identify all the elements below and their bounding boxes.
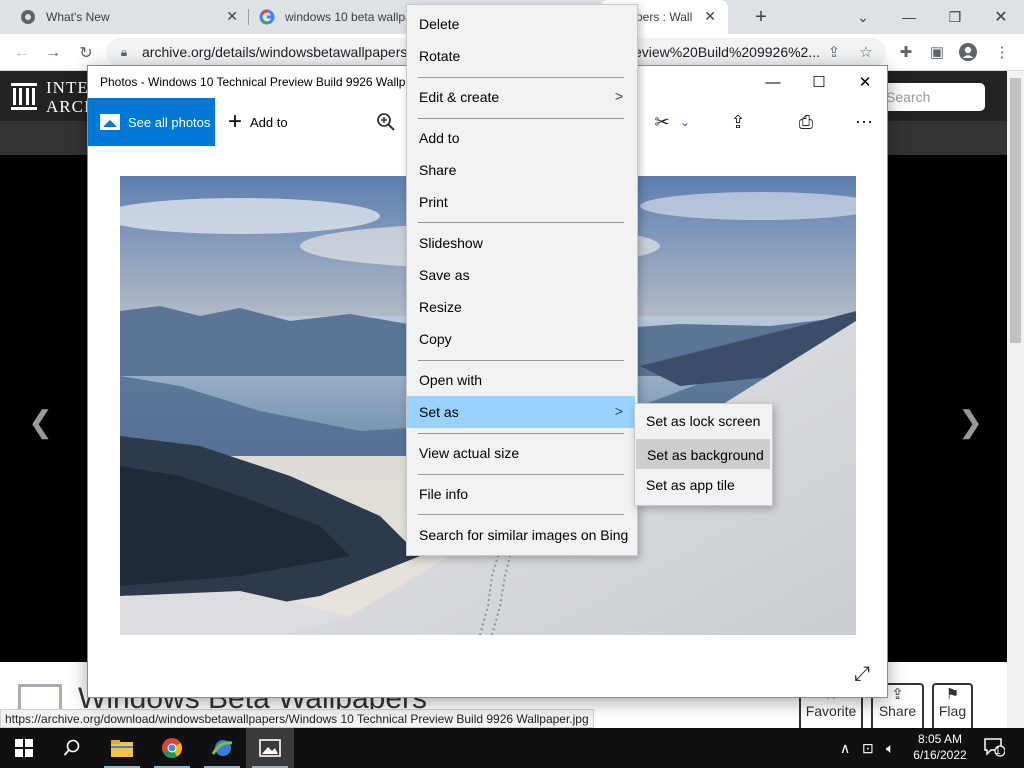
menu-item-search-bing[interactable]: Search for similar images on Bing bbox=[407, 519, 635, 551]
see-all-photos-button[interactable]: See all photos bbox=[88, 98, 215, 146]
chevron-right-icon: > bbox=[614, 403, 623, 419]
add-to-button[interactable]: + Add to bbox=[228, 98, 288, 146]
notification-count-badge: 1 bbox=[995, 746, 1001, 757]
tab-title: What's New bbox=[46, 10, 110, 24]
menu-divider bbox=[418, 118, 624, 119]
menu-item-resize[interactable]: Resize bbox=[407, 291, 635, 323]
next-arrow-icon[interactable]: ❯ bbox=[958, 405, 983, 440]
menu-divider bbox=[418, 77, 624, 78]
flag-icon: ⚑ bbox=[945, 686, 960, 703]
photos-app-icon[interactable] bbox=[246, 728, 294, 768]
edit-create-icon[interactable]: ✂ bbox=[650, 110, 674, 134]
plus-icon: + bbox=[228, 108, 243, 135]
menu-divider bbox=[418, 360, 624, 361]
menu-item-open-with[interactable]: Open with bbox=[407, 364, 635, 396]
status-bar-url: https://archive.org/download/windowsbeta… bbox=[0, 709, 594, 728]
submenu-item-app-tile[interactable]: Set as app tile bbox=[635, 469, 770, 499]
search-icon[interactable] bbox=[48, 728, 96, 768]
ia-search-input[interactable]: Search bbox=[880, 83, 985, 111]
menu-dots-icon[interactable]: ⋮ bbox=[992, 42, 1012, 62]
network-app-icon[interactable] bbox=[198, 728, 246, 768]
menu-item-slideshow[interactable]: Slideshow bbox=[407, 227, 635, 259]
chrome-icon[interactable] bbox=[148, 728, 196, 768]
menu-item-add-to[interactable]: Add to bbox=[407, 122, 635, 154]
menu-item-print[interactable]: Print bbox=[407, 186, 635, 218]
url-text-tail: eview%20Build%209926%2... bbox=[634, 44, 821, 60]
menu-divider bbox=[418, 514, 624, 515]
minimize-button[interactable]: — bbox=[886, 0, 932, 34]
photos-icon bbox=[100, 114, 120, 130]
url-text: archive.org/details/windowsbetawallpaper… bbox=[142, 44, 408, 60]
zoom-icon[interactable] bbox=[374, 110, 398, 134]
restore-button[interactable]: ❐ bbox=[932, 0, 978, 34]
close-icon[interactable]: ✕ bbox=[704, 8, 716, 25]
back-button[interactable]: ← bbox=[11, 42, 33, 64]
chevron-down-icon[interactable]: ⌄ bbox=[673, 110, 697, 134]
volume-icon[interactable]: 🔈︎ bbox=[886, 740, 894, 757]
sidepanel-icon[interactable]: ▣ bbox=[927, 42, 947, 62]
menu-item-edit-create[interactable]: Edit & create > bbox=[407, 81, 635, 113]
extensions-icon[interactable]: ✚ bbox=[896, 42, 916, 62]
start-button[interactable] bbox=[0, 728, 48, 768]
scrollbar-thumb[interactable] bbox=[1010, 78, 1021, 343]
photos-window-title: Photos - Windows 10 Technical Preview Bu… bbox=[100, 75, 413, 89]
item-thumbnail-icon bbox=[18, 684, 62, 710]
profile-icon[interactable] bbox=[958, 42, 978, 62]
reload-button[interactable]: ↻ bbox=[75, 42, 97, 64]
chevron-up-icon[interactable]: ∧ bbox=[840, 740, 850, 757]
chevron-right-icon: > bbox=[614, 88, 623, 104]
menu-item-rotate[interactable]: Rotate bbox=[407, 40, 635, 72]
flag-button[interactable]: ⚑ Flag bbox=[932, 683, 973, 728]
menu-item-set-as[interactable]: Set as > bbox=[407, 396, 635, 428]
menu-item-share[interactable]: Share bbox=[407, 154, 635, 186]
share-icon[interactable]: ⇪ bbox=[726, 110, 750, 134]
tab-whats-new[interactable]: What's New ✕ bbox=[0, 0, 248, 34]
photos-maximize-button[interactable]: ☐ bbox=[796, 66, 842, 98]
ia-logo-icon[interactable] bbox=[10, 81, 38, 111]
menu-divider bbox=[418, 222, 624, 223]
google-icon bbox=[259, 9, 275, 25]
menu-divider bbox=[418, 433, 624, 434]
menu-divider bbox=[418, 474, 624, 475]
menu-item-file-info[interactable]: File info bbox=[407, 478, 635, 510]
bookmark-star-icon[interactable]: ☆ bbox=[856, 42, 876, 62]
network-icon[interactable]: ⊡ bbox=[862, 740, 874, 757]
photos-close-button[interactable]: ✕ bbox=[842, 66, 888, 98]
more-options-icon[interactable]: ⋯ bbox=[852, 110, 876, 134]
close-icon[interactable]: ✕ bbox=[226, 8, 238, 25]
fullscreen-expand-icon[interactable]: ⤢ bbox=[854, 663, 870, 686]
tab-title: pers : Wall bbox=[636, 10, 693, 24]
chrome-icon bbox=[20, 9, 36, 25]
menu-item-view-actual-size[interactable]: View actual size bbox=[407, 437, 635, 469]
print-icon[interactable]: ⎙ bbox=[794, 110, 818, 134]
notification-center-icon[interactable] bbox=[983, 737, 1006, 760]
menu-item-delete[interactable]: Delete bbox=[407, 8, 635, 40]
photos-minimize-button[interactable]: — bbox=[750, 66, 796, 98]
chevron-down-icon[interactable]: ⌄ bbox=[840, 0, 886, 34]
system-clock[interactable]: 8:05 AM 6/16/2022 bbox=[908, 731, 972, 763]
tab-title: windows 10 beta wallpa bbox=[285, 10, 412, 24]
share-icon[interactable]: ⇪ bbox=[824, 42, 844, 62]
lock-icon[interactable]: 🔒︎ bbox=[114, 42, 134, 62]
submenu-item-lock-screen[interactable]: Set as lock screen bbox=[635, 405, 770, 435]
menu-item-copy[interactable]: Copy bbox=[407, 323, 635, 355]
close-window-button[interactable]: ✕ bbox=[978, 0, 1024, 34]
forward-button[interactable]: → bbox=[42, 42, 64, 64]
file-explorer-icon[interactable] bbox=[98, 728, 146, 768]
menu-item-save-as[interactable]: Save as bbox=[407, 259, 635, 291]
previous-arrow-icon[interactable]: ❮ bbox=[28, 405, 53, 440]
submenu-item-background[interactable]: Set as background bbox=[636, 439, 770, 469]
new-tab-button[interactable]: + bbox=[738, 0, 784, 34]
